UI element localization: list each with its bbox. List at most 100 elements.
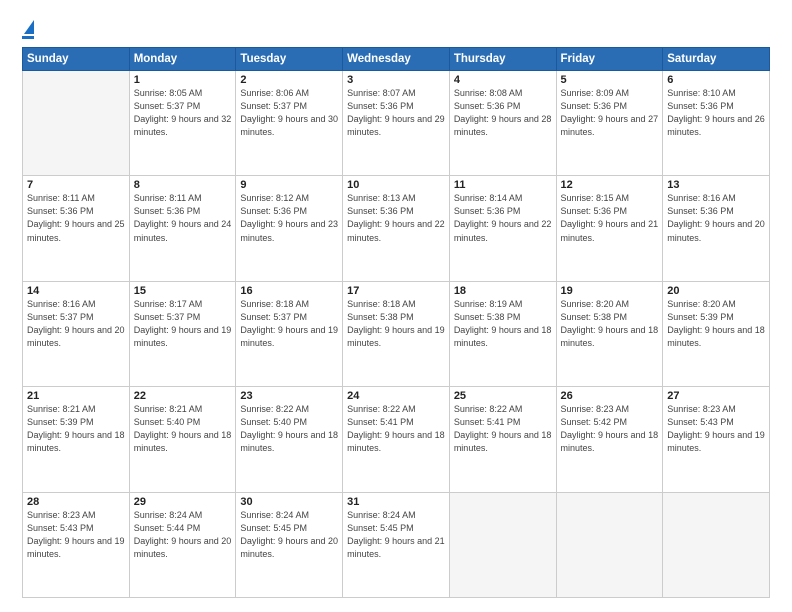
- day-info: Sunrise: 8:14 AMSunset: 5:36 PMDaylight:…: [454, 192, 552, 244]
- day-info: Sunrise: 8:16 AMSunset: 5:37 PMDaylight:…: [27, 298, 125, 350]
- day-number: 5: [561, 74, 659, 86]
- day-info: Sunrise: 8:07 AMSunset: 5:36 PMDaylight:…: [347, 87, 445, 139]
- day-number: 1: [134, 74, 232, 86]
- day-number: 11: [454, 179, 552, 191]
- calendar-cell: 13Sunrise: 8:16 AMSunset: 5:36 PMDayligh…: [663, 176, 770, 281]
- day-number: 4: [454, 74, 552, 86]
- day-number: 26: [561, 390, 659, 402]
- day-info: Sunrise: 8:08 AMSunset: 5:36 PMDaylight:…: [454, 87, 552, 139]
- day-number: 22: [134, 390, 232, 402]
- calendar-cell: [23, 71, 130, 176]
- day-number: 24: [347, 390, 445, 402]
- calendar-cell: 15Sunrise: 8:17 AMSunset: 5:37 PMDayligh…: [129, 281, 236, 386]
- calendar-cell: 23Sunrise: 8:22 AMSunset: 5:40 PMDayligh…: [236, 387, 343, 492]
- weekday-header: Friday: [556, 48, 663, 71]
- day-info: Sunrise: 8:12 AMSunset: 5:36 PMDaylight:…: [240, 192, 338, 244]
- day-info: Sunrise: 8:18 AMSunset: 5:37 PMDaylight:…: [240, 298, 338, 350]
- calendar-cell: 27Sunrise: 8:23 AMSunset: 5:43 PMDayligh…: [663, 387, 770, 492]
- day-info: Sunrise: 8:24 AMSunset: 5:45 PMDaylight:…: [240, 509, 338, 561]
- day-info: Sunrise: 8:22 AMSunset: 5:41 PMDaylight:…: [347, 403, 445, 455]
- page: SundayMondayTuesdayWednesdayThursdayFrid…: [0, 0, 792, 612]
- calendar-cell: 7Sunrise: 8:11 AMSunset: 5:36 PMDaylight…: [23, 176, 130, 281]
- logo-triangle-icon: [24, 20, 34, 34]
- calendar-cell: 18Sunrise: 8:19 AMSunset: 5:38 PMDayligh…: [449, 281, 556, 386]
- calendar-cell: 28Sunrise: 8:23 AMSunset: 5:43 PMDayligh…: [23, 492, 130, 597]
- day-info: Sunrise: 8:18 AMSunset: 5:38 PMDaylight:…: [347, 298, 445, 350]
- header: [22, 18, 770, 39]
- calendar-cell: 25Sunrise: 8:22 AMSunset: 5:41 PMDayligh…: [449, 387, 556, 492]
- day-number: 16: [240, 285, 338, 297]
- day-info: Sunrise: 8:11 AMSunset: 5:36 PMDaylight:…: [134, 192, 232, 244]
- calendar-cell: 22Sunrise: 8:21 AMSunset: 5:40 PMDayligh…: [129, 387, 236, 492]
- day-info: Sunrise: 8:15 AMSunset: 5:36 PMDaylight:…: [561, 192, 659, 244]
- calendar-cell: [449, 492, 556, 597]
- calendar-cell: 12Sunrise: 8:15 AMSunset: 5:36 PMDayligh…: [556, 176, 663, 281]
- weekday-header: Saturday: [663, 48, 770, 71]
- day-info: Sunrise: 8:06 AMSunset: 5:37 PMDaylight:…: [240, 87, 338, 139]
- day-number: 14: [27, 285, 125, 297]
- calendar-cell: 8Sunrise: 8:11 AMSunset: 5:36 PMDaylight…: [129, 176, 236, 281]
- calendar-cell: 20Sunrise: 8:20 AMSunset: 5:39 PMDayligh…: [663, 281, 770, 386]
- day-number: 25: [454, 390, 552, 402]
- weekday-header: Thursday: [449, 48, 556, 71]
- day-number: 15: [134, 285, 232, 297]
- day-number: 7: [27, 179, 125, 191]
- calendar-cell: 3Sunrise: 8:07 AMSunset: 5:36 PMDaylight…: [343, 71, 450, 176]
- day-number: 28: [27, 496, 125, 508]
- calendar-cell: 31Sunrise: 8:24 AMSunset: 5:45 PMDayligh…: [343, 492, 450, 597]
- weekday-header: Tuesday: [236, 48, 343, 71]
- calendar-cell: 29Sunrise: 8:24 AMSunset: 5:44 PMDayligh…: [129, 492, 236, 597]
- calendar-cell: 26Sunrise: 8:23 AMSunset: 5:42 PMDayligh…: [556, 387, 663, 492]
- calendar-cell: 6Sunrise: 8:10 AMSunset: 5:36 PMDaylight…: [663, 71, 770, 176]
- calendar-cell: 21Sunrise: 8:21 AMSunset: 5:39 PMDayligh…: [23, 387, 130, 492]
- day-info: Sunrise: 8:24 AMSunset: 5:45 PMDaylight:…: [347, 509, 445, 561]
- day-info: Sunrise: 8:24 AMSunset: 5:44 PMDaylight:…: [134, 509, 232, 561]
- day-number: 12: [561, 179, 659, 191]
- calendar-cell: 10Sunrise: 8:13 AMSunset: 5:36 PMDayligh…: [343, 176, 450, 281]
- day-number: 18: [454, 285, 552, 297]
- day-number: 19: [561, 285, 659, 297]
- calendar-cell: 9Sunrise: 8:12 AMSunset: 5:36 PMDaylight…: [236, 176, 343, 281]
- calendar-cell: 5Sunrise: 8:09 AMSunset: 5:36 PMDaylight…: [556, 71, 663, 176]
- day-info: Sunrise: 8:17 AMSunset: 5:37 PMDaylight:…: [134, 298, 232, 350]
- day-info: Sunrise: 8:19 AMSunset: 5:38 PMDaylight:…: [454, 298, 552, 350]
- calendar-cell: 14Sunrise: 8:16 AMSunset: 5:37 PMDayligh…: [23, 281, 130, 386]
- day-number: 30: [240, 496, 338, 508]
- logo-underline: [22, 36, 34, 39]
- calendar-cell: 11Sunrise: 8:14 AMSunset: 5:36 PMDayligh…: [449, 176, 556, 281]
- calendar-cell: 2Sunrise: 8:06 AMSunset: 5:37 PMDaylight…: [236, 71, 343, 176]
- day-info: Sunrise: 8:20 AMSunset: 5:38 PMDaylight:…: [561, 298, 659, 350]
- day-number: 6: [667, 74, 765, 86]
- day-number: 20: [667, 285, 765, 297]
- day-info: Sunrise: 8:09 AMSunset: 5:36 PMDaylight:…: [561, 87, 659, 139]
- weekday-header: Wednesday: [343, 48, 450, 71]
- calendar-cell: [556, 492, 663, 597]
- day-number: 13: [667, 179, 765, 191]
- day-number: 10: [347, 179, 445, 191]
- calendar-cell: 17Sunrise: 8:18 AMSunset: 5:38 PMDayligh…: [343, 281, 450, 386]
- calendar-cell: [663, 492, 770, 597]
- day-number: 3: [347, 74, 445, 86]
- calendar-table: SundayMondayTuesdayWednesdayThursdayFrid…: [22, 47, 770, 598]
- day-info: Sunrise: 8:21 AMSunset: 5:40 PMDaylight:…: [134, 403, 232, 455]
- calendar-cell: 19Sunrise: 8:20 AMSunset: 5:38 PMDayligh…: [556, 281, 663, 386]
- calendar-cell: 24Sunrise: 8:22 AMSunset: 5:41 PMDayligh…: [343, 387, 450, 492]
- day-info: Sunrise: 8:16 AMSunset: 5:36 PMDaylight:…: [667, 192, 765, 244]
- day-info: Sunrise: 8:23 AMSunset: 5:43 PMDaylight:…: [667, 403, 765, 455]
- weekday-header: Sunday: [23, 48, 130, 71]
- day-number: 29: [134, 496, 232, 508]
- day-number: 23: [240, 390, 338, 402]
- calendar-cell: 4Sunrise: 8:08 AMSunset: 5:36 PMDaylight…: [449, 71, 556, 176]
- day-info: Sunrise: 8:22 AMSunset: 5:41 PMDaylight:…: [454, 403, 552, 455]
- day-number: 21: [27, 390, 125, 402]
- day-info: Sunrise: 8:10 AMSunset: 5:36 PMDaylight:…: [667, 87, 765, 139]
- day-info: Sunrise: 8:23 AMSunset: 5:42 PMDaylight:…: [561, 403, 659, 455]
- day-info: Sunrise: 8:05 AMSunset: 5:37 PMDaylight:…: [134, 87, 232, 139]
- calendar-cell: 30Sunrise: 8:24 AMSunset: 5:45 PMDayligh…: [236, 492, 343, 597]
- logo: [22, 20, 34, 39]
- day-number: 27: [667, 390, 765, 402]
- weekday-header: Monday: [129, 48, 236, 71]
- day-number: 9: [240, 179, 338, 191]
- day-number: 17: [347, 285, 445, 297]
- day-number: 2: [240, 74, 338, 86]
